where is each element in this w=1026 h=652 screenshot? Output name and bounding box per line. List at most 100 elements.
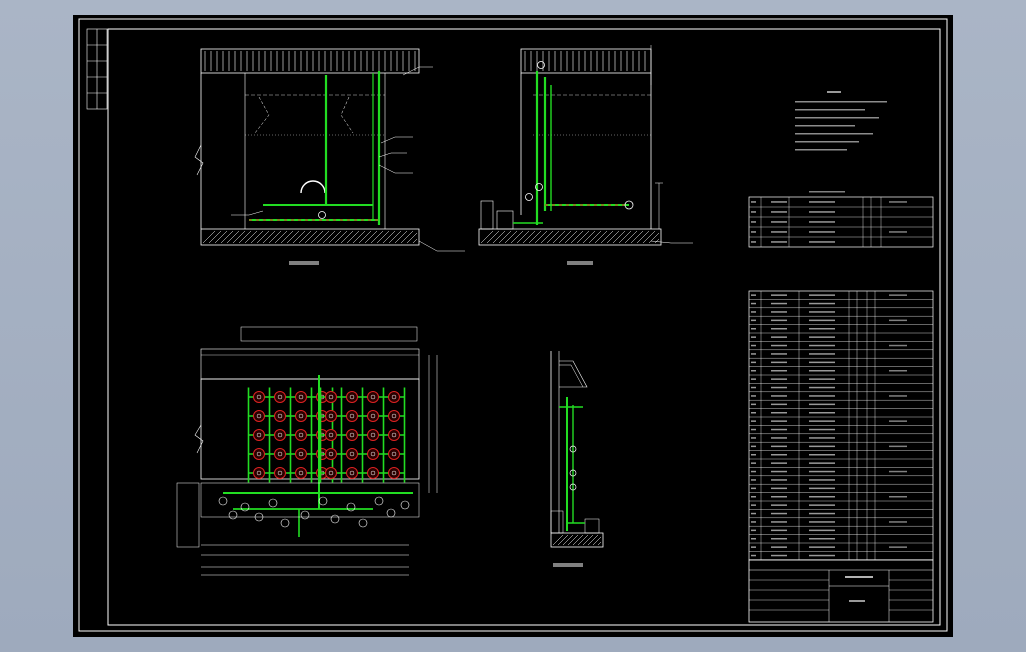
floor-hatch	[636, 230, 650, 244]
floor-hatch	[576, 230, 590, 244]
floor-hatch	[567, 534, 579, 546]
floor-hatch	[346, 230, 360, 244]
binding-strip	[86, 28, 108, 110]
cell-text	[809, 231, 835, 233]
note-line	[795, 141, 859, 143]
cell-text	[751, 454, 756, 456]
cell-text	[809, 504, 835, 506]
membrane-module	[274, 448, 286, 460]
floor-hatch	[630, 230, 644, 244]
membrane-module	[367, 467, 379, 479]
floor-hatch	[238, 230, 252, 244]
cell-text	[751, 437, 756, 439]
cell-text	[771, 353, 787, 355]
membrane-module	[367, 391, 379, 403]
cell-text	[751, 420, 756, 422]
floor-hatch	[540, 230, 554, 244]
note-line	[795, 117, 879, 119]
cell-text	[751, 470, 756, 473]
cell-text	[809, 294, 835, 296]
title-block-frame	[748, 559, 934, 623]
floor-hatch	[226, 230, 240, 244]
floor-hatch	[328, 230, 342, 244]
membrane-module	[388, 467, 400, 479]
floor-hatch	[510, 230, 524, 244]
floor-hatch	[286, 230, 300, 244]
membrane-module	[388, 448, 400, 460]
floor-hatch	[382, 230, 396, 244]
cell-text	[771, 504, 787, 506]
cell-text	[751, 361, 756, 364]
floor-hatch	[268, 230, 282, 244]
cad-drawing-canvas	[78, 18, 948, 632]
membrane-module	[346, 429, 358, 441]
cell-text	[751, 538, 756, 540]
cell-text	[809, 395, 835, 397]
valve-symbol	[318, 496, 328, 506]
technical-notes	[795, 91, 887, 151]
floor-hatch	[358, 230, 372, 244]
cell-text	[809, 221, 835, 223]
cell-text	[771, 462, 787, 464]
cell-text	[771, 370, 787, 372]
cell-text	[771, 538, 787, 540]
cell-text	[771, 437, 787, 439]
gallery-outline	[200, 482, 420, 518]
cell-text	[751, 378, 756, 380]
cell-text	[751, 504, 756, 506]
cell-text	[751, 462, 756, 464]
membrane-module	[367, 448, 379, 460]
cell-text	[751, 529, 756, 532]
floor-hatch	[552, 230, 566, 244]
membrane-module	[346, 467, 358, 479]
floor-hatch	[600, 230, 614, 244]
cell-text	[809, 328, 835, 330]
cell-text	[771, 420, 787, 422]
cell-text	[771, 311, 787, 313]
floor-hatch	[370, 230, 384, 244]
cell-text	[751, 353, 756, 355]
cell-text	[809, 353, 835, 355]
membrane-module	[325, 467, 337, 479]
valve-symbol	[218, 496, 228, 506]
floor-hatch	[394, 230, 408, 244]
cell-text	[771, 319, 787, 322]
cell-text	[771, 445, 787, 448]
plan-view	[176, 326, 438, 576]
cell-text	[809, 370, 835, 372]
floor-hatch	[316, 230, 330, 244]
cell-text	[809, 378, 835, 380]
drawing-title	[845, 576, 873, 578]
floor-hatch	[256, 230, 270, 244]
table-caption	[809, 191, 845, 193]
plan-pipe-gallery	[200, 375, 420, 537]
cell-text	[809, 201, 835, 203]
cell-text	[809, 241, 835, 243]
cell-text	[809, 470, 835, 473]
membrane-module	[295, 467, 307, 479]
valve-symbol	[330, 514, 340, 524]
floor-hatch	[572, 534, 584, 546]
membrane-module	[346, 391, 358, 403]
cell-text	[809, 420, 835, 422]
membrane-module	[325, 391, 337, 403]
valve-symbol	[374, 496, 384, 506]
cell-text	[809, 361, 835, 364]
membrane-module	[253, 410, 265, 422]
cell-text	[889, 370, 907, 372]
floor-hatch	[322, 230, 336, 244]
floor-hatch	[592, 536, 602, 546]
floor-hatch	[577, 534, 589, 546]
cell-text	[771, 496, 787, 498]
cell-text	[771, 361, 787, 364]
membrane-module	[325, 410, 337, 422]
cell-text	[809, 403, 835, 406]
note-line	[795, 109, 865, 111]
valve-symbol	[268, 498, 278, 508]
floor-hatch	[582, 534, 594, 546]
floor-hatch	[220, 230, 234, 244]
cell-text	[889, 445, 907, 448]
membrane-module	[325, 448, 337, 460]
cell-text	[889, 294, 907, 296]
floor-hatch	[534, 230, 548, 244]
